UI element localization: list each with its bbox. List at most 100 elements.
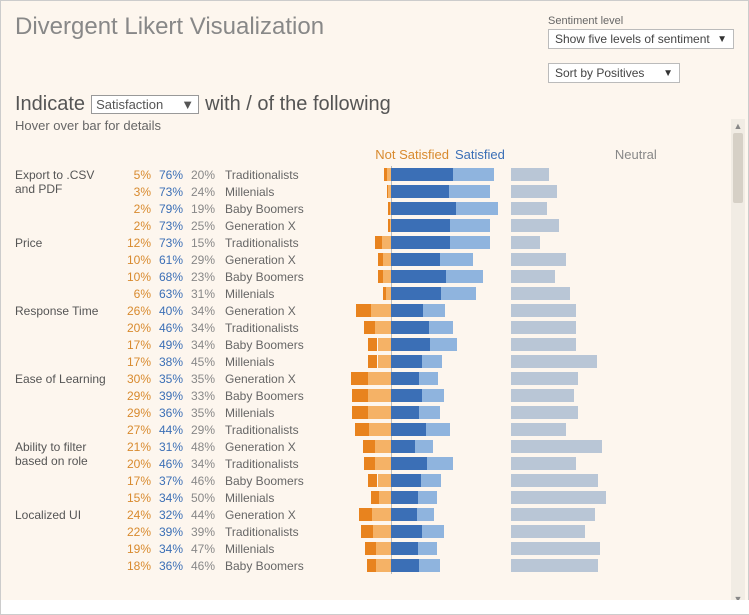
pct-positive: 61% xyxy=(155,253,187,267)
neutral-bar[interactable] xyxy=(511,219,641,232)
diverging-bar[interactable] xyxy=(319,542,499,555)
pct-neutral: 46% xyxy=(187,474,219,488)
neutral-bar[interactable] xyxy=(511,423,641,436)
scroll-up-icon[interactable]: ▲ xyxy=(731,119,745,133)
neutral-bar[interactable] xyxy=(511,525,641,538)
neutral-bar[interactable] xyxy=(511,406,641,419)
pct-negative: 24% xyxy=(123,508,155,522)
neutral-bar[interactable] xyxy=(511,372,641,385)
diverging-bar[interactable] xyxy=(319,168,499,181)
diverging-bar[interactable] xyxy=(319,270,499,283)
pct-negative: 6% xyxy=(123,287,155,301)
pct-positive: 73% xyxy=(155,236,187,250)
legend-neutral: Neutral xyxy=(615,147,657,162)
generation-label: Baby Boomers xyxy=(219,474,313,488)
pct-positive: 35% xyxy=(155,372,187,386)
generation-label: Baby Boomers xyxy=(219,202,313,216)
generation-label: Millenials xyxy=(219,287,313,301)
neutral-bar[interactable] xyxy=(511,355,641,368)
pct-negative: 12% xyxy=(123,236,155,250)
indicate-suffix: with / of the following xyxy=(205,93,391,116)
feature-label: Localized UI xyxy=(15,506,123,574)
neutral-bar[interactable] xyxy=(511,185,641,198)
diverging-bar[interactable] xyxy=(319,440,499,453)
indicate-select[interactable]: Satisfaction ▼ xyxy=(91,95,199,114)
diverging-bar[interactable] xyxy=(319,508,499,521)
neutral-bar[interactable] xyxy=(511,508,641,521)
diverging-bar[interactable] xyxy=(319,355,499,368)
diverging-bar[interactable] xyxy=(319,202,499,215)
pct-negative: 22% xyxy=(123,525,155,539)
pct-negative: 21% xyxy=(123,440,155,454)
pct-neutral: 29% xyxy=(187,253,219,267)
generation-label: Generation X xyxy=(219,440,313,454)
neutral-bar[interactable] xyxy=(511,253,641,266)
sort-select[interactable]: Sort by Positives ▼ xyxy=(548,63,680,83)
neutral-bar[interactable] xyxy=(511,542,641,555)
pct-positive: 31% xyxy=(155,440,187,454)
neutral-bar[interactable] xyxy=(511,491,641,504)
generation-label: Baby Boomers xyxy=(219,338,313,352)
pct-negative: 2% xyxy=(123,219,155,233)
pct-negative: 3% xyxy=(123,185,155,199)
diverging-bar[interactable] xyxy=(319,559,499,572)
scroll-thumb[interactable] xyxy=(733,133,743,203)
pct-neutral: 24% xyxy=(187,185,219,199)
generation-label: Traditionalists xyxy=(219,423,313,437)
pct-negative: 5% xyxy=(123,168,155,182)
diverging-bar[interactable] xyxy=(319,474,499,487)
diverging-bar[interactable] xyxy=(319,457,499,470)
sentiment-level-select[interactable]: Show five levels of sentiment ▼ xyxy=(548,29,734,49)
neutral-bar[interactable] xyxy=(511,168,641,181)
neutral-bar[interactable] xyxy=(511,202,641,215)
table-row: 27%44%29%Traditionalists xyxy=(123,421,734,438)
generation-label: Traditionalists xyxy=(219,457,313,471)
generation-label: Millenials xyxy=(219,542,313,556)
diverging-bar[interactable] xyxy=(319,304,499,317)
neutral-bar[interactable] xyxy=(511,304,641,317)
pct-negative: 17% xyxy=(123,338,155,352)
table-row: 29%36%35%Millenials xyxy=(123,404,734,421)
neutral-bar[interactable] xyxy=(511,457,641,470)
diverging-bar[interactable] xyxy=(319,185,499,198)
neutral-bar[interactable] xyxy=(511,474,641,487)
diverging-bar[interactable] xyxy=(319,372,499,385)
diverging-bar[interactable] xyxy=(319,253,499,266)
generation-label: Baby Boomers xyxy=(219,559,313,573)
neutral-bar[interactable] xyxy=(511,559,641,572)
diverging-bar[interactable] xyxy=(319,491,499,504)
neutral-bar[interactable] xyxy=(511,321,641,334)
diverging-bar[interactable] xyxy=(319,287,499,300)
neutral-bar[interactable] xyxy=(511,287,641,300)
table-row: 5%76%20%Traditionalists xyxy=(123,166,734,183)
diverging-bar[interactable] xyxy=(319,406,499,419)
pct-positive: 36% xyxy=(155,406,187,420)
generation-label: Millenials xyxy=(219,406,313,420)
pct-negative: 27% xyxy=(123,423,155,437)
diverging-bar[interactable] xyxy=(319,525,499,538)
diverging-bar[interactable] xyxy=(319,389,499,402)
pct-neutral: 44% xyxy=(187,508,219,522)
generation-label: Traditionalists xyxy=(219,168,313,182)
pct-positive: 73% xyxy=(155,185,187,199)
neutral-bar[interactable] xyxy=(511,236,641,249)
pct-neutral: 35% xyxy=(187,406,219,420)
diverging-bar[interactable] xyxy=(319,236,499,249)
diverging-bar[interactable] xyxy=(319,321,499,334)
neutral-bar[interactable] xyxy=(511,389,641,402)
neutral-bar[interactable] xyxy=(511,270,641,283)
pct-positive: 44% xyxy=(155,423,187,437)
vertical-scrollbar[interactable]: ▲ ▼ xyxy=(731,119,745,606)
table-row: 21%31%48%Generation X xyxy=(123,438,734,455)
diverging-bar[interactable] xyxy=(319,219,499,232)
generation-label: Traditionalists xyxy=(219,525,313,539)
diverging-bar[interactable] xyxy=(319,423,499,436)
feature-label: Ability to filter based on role xyxy=(15,438,123,506)
diverging-bar[interactable] xyxy=(319,338,499,351)
generation-label: Baby Boomers xyxy=(219,270,313,284)
pct-negative: 29% xyxy=(123,389,155,403)
table-row: 2%79%19%Baby Boomers xyxy=(123,200,734,217)
sort-value: Sort by Positives xyxy=(555,66,644,80)
neutral-bar[interactable] xyxy=(511,440,641,453)
neutral-bar[interactable] xyxy=(511,338,641,351)
